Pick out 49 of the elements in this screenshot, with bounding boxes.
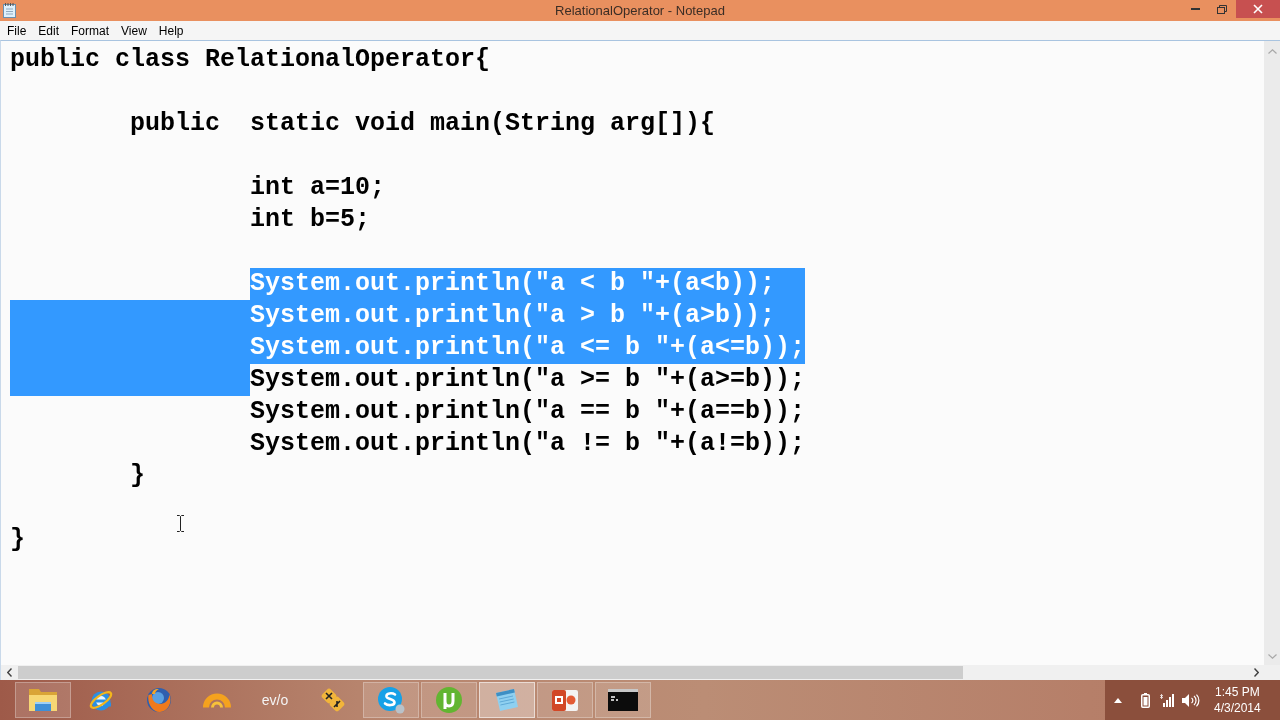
taskbar-button[interactable] [595,682,651,718]
s-logo-icon [377,686,405,714]
puzzle-tools-icon [320,687,346,713]
battery-icon[interactable] [1141,692,1150,708]
code-text: public static void main(String arg[]){ [130,108,716,140]
terminal-icon [608,689,638,711]
code-text: System.out.println("a != b "+(a!=b)); [250,428,806,460]
menu-item[interactable]: File [1,21,33,40]
slides-icon [552,689,578,711]
caret-up-icon[interactable] [1114,697,1122,703]
text-cursor-icon [177,515,184,532]
volume-icon[interactable] [1182,693,1200,707]
code-text: System.out.println("a > b "+(a>b)); [250,300,806,332]
browser-globe-icon [146,687,172,713]
code-text: System.out.println("a < b "+(a<b)); [250,268,806,300]
chevron-left-icon[interactable] [6,668,12,677]
code-text: System.out.println("a >= b "+(a>=b)); [250,364,806,396]
vertical-scrollbar[interactable] [1264,41,1280,665]
minimize-icon [1190,8,1200,10]
code-text: } [130,460,146,492]
code-text: int a=10; [250,172,386,204]
horizontal-scrollbar[interactable] [1,665,1264,680]
code-text: int b=5; [250,204,371,236]
arch-icon [202,692,232,708]
scrollbar-corner [1264,665,1280,680]
notepad-icon [3,3,16,18]
restore-icon [1216,4,1227,14]
chevron-up-icon[interactable] [1267,49,1277,54]
mu-logo-icon [436,687,462,713]
e-ring-icon [89,688,113,712]
close-icon [1253,4,1263,14]
folder-icon [29,689,57,711]
menu-item[interactable]: Help [152,21,190,40]
clock-date[interactable]: 4/3/2014 [1214,700,1261,716]
menu-item[interactable]: Format [65,21,116,40]
code-text: } [10,524,25,556]
clock-time[interactable]: 1:45 PM [1215,684,1260,700]
scroll-thumb[interactable] [18,666,963,679]
chevron-right-icon[interactable] [1253,668,1259,677]
code-text: System.out.println("a == b "+(a==b)); [250,396,806,428]
close-button[interactable] [1236,0,1280,18]
code-text: public class RelationalOperator{ [10,44,491,76]
code-text: System.out.println("a <= b "+(a<=b)); [250,332,806,364]
chevron-down-icon[interactable] [1267,654,1277,659]
window-title: RelationalOperator - Notepad [555,3,725,18]
notepad-icon [496,689,518,711]
menu-item[interactable]: Edit [32,21,66,40]
signal-icon[interactable] [1160,693,1174,707]
menu-item[interactable]: View [115,21,153,40]
